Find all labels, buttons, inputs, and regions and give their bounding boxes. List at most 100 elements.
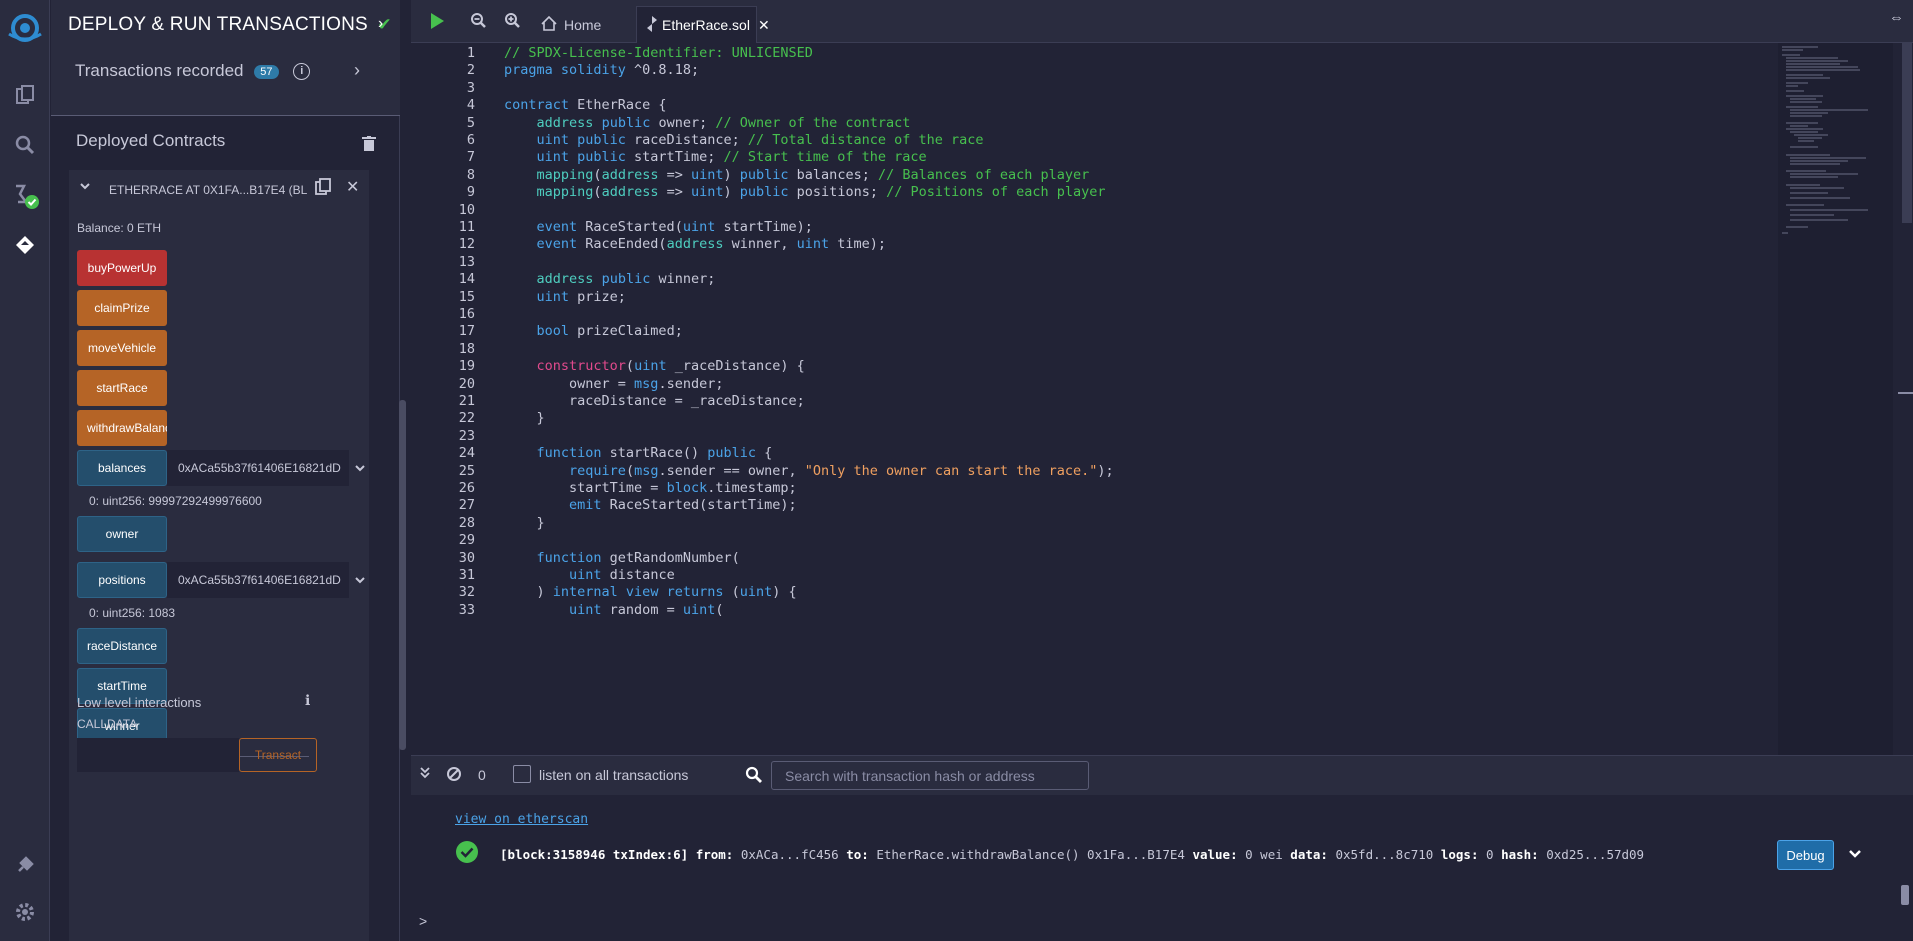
pending-tx-count: 0 xyxy=(478,767,486,783)
line-number: 23 xyxy=(458,427,475,444)
balances-button[interactable]: balances xyxy=(77,450,167,486)
listen-label: listen on all transactions xyxy=(539,767,689,783)
line-number: 21 xyxy=(458,393,475,409)
line-number: 8 xyxy=(466,166,475,183)
settings-gear-icon[interactable] xyxy=(0,892,50,932)
positions-button[interactable]: positions xyxy=(77,562,167,598)
line-number: 27 xyxy=(458,497,475,514)
remix-logo-icon[interactable] xyxy=(0,8,50,48)
line-number: 24 xyxy=(458,445,475,462)
line-number: 19 xyxy=(458,358,475,375)
positions-input[interactable]: 0xACa55b37f61406E16821dD xyxy=(167,562,349,598)
line-number: 15 xyxy=(458,288,475,305)
deploy-run-panel: DEPLOY & RUN TRANSACTIONS ✔ › Transactio… xyxy=(51,0,406,941)
calldata-input[interactable] xyxy=(77,738,239,772)
etherscan-link[interactable]: view on etherscan xyxy=(455,812,588,827)
line-number: 10 xyxy=(458,201,475,218)
line-number: 30 xyxy=(458,549,475,566)
editor-scrollbar[interactable] xyxy=(1898,43,1913,755)
calldata-label: CALLDATA xyxy=(77,717,138,731)
zoom-in-icon[interactable] xyxy=(504,12,520,33)
chevron-down-icon[interactable] xyxy=(353,450,367,486)
chevron-down-icon[interactable] xyxy=(1848,847,1862,865)
tx-from-label: from: xyxy=(695,847,734,862)
line-gutter: 1 2 3 4 5 6 7 8 9 10 11 12 13 14 15 16 17 18 19 20 21 22 23 24 2… xyxy=(411,43,475,755)
search-icon[interactable] xyxy=(0,125,50,165)
transact-button[interactable]: Transact xyxy=(239,738,317,772)
panel-title: DEPLOY & RUN TRANSACTIONS ✔ xyxy=(68,14,392,36)
balances-result: 0: uint256: 99997292499976600 xyxy=(89,494,262,508)
line-number: 6 xyxy=(466,132,475,148)
info-icon[interactable]: ℹ xyxy=(305,692,310,709)
code-editor[interactable]: 1 2 3 4 5 6 7 8 9 10 11 12 13 14 15 16 17 18 19 20 21 22 23 24 2… xyxy=(411,43,1913,755)
tab-ether-race-label: EtherRace.sol xyxy=(662,17,750,33)
line-number: 13 xyxy=(458,253,475,270)
line-number: 3 xyxy=(466,79,475,96)
trash-icon[interactable] xyxy=(362,136,376,157)
tx-value: 0 wei xyxy=(1245,847,1283,862)
scroll-thumb[interactable] xyxy=(399,400,406,750)
line-number: 32 xyxy=(458,584,475,601)
debug-button[interactable]: Debug xyxy=(1777,840,1834,870)
line-number: 14 xyxy=(458,271,475,288)
tx-data: 0x5fd...8c710 xyxy=(1335,847,1434,862)
scroll-thumb[interactable] xyxy=(1902,43,1912,223)
chevron-down-icon[interactable] xyxy=(79,180,91,195)
editor-tab-bar: Home EtherRace.sol ✕ ⇔ xyxy=(411,0,1913,43)
move-vehicle-button[interactable]: moveVehicle xyxy=(77,330,167,366)
instance-header[interactable]: ETHERRACE AT 0X1FA...B17E4 (BL ✕ xyxy=(69,170,369,208)
file-explorer-icon[interactable] xyxy=(0,75,50,115)
owner-button[interactable]: owner xyxy=(77,516,167,552)
close-icon[interactable]: ✕ xyxy=(346,177,359,197)
zoom-out-icon[interactable] xyxy=(470,12,486,33)
positions-result: 0: uint256: 1083 xyxy=(89,606,176,620)
line-number: 9 xyxy=(466,184,475,201)
terminal-prompt[interactable]: > xyxy=(419,913,427,929)
collapse-terminal-icon[interactable] xyxy=(419,767,431,782)
line-number: 16 xyxy=(458,306,475,322)
close-tab-icon[interactable]: ✕ xyxy=(758,17,770,34)
line-number: 18 xyxy=(458,340,475,357)
tab-home-label: Home xyxy=(564,16,602,33)
panel-title-text: DEPLOY & RUN TRANSACTIONS xyxy=(68,14,368,35)
info-icon[interactable]: i xyxy=(293,63,311,81)
code-area[interactable]: // SPDX-License-Identifier: UNLICENSED p… xyxy=(504,43,1814,755)
scroll-thumb[interactable] xyxy=(1901,885,1909,905)
deploy-run-icon[interactable] xyxy=(0,225,50,265)
tx-logs-label: logs: xyxy=(1440,847,1479,862)
chevron-right-icon[interactable]: › xyxy=(354,60,360,81)
copy-icon[interactable] xyxy=(315,178,331,201)
instance-balance: Balance: 0 ETH xyxy=(77,221,162,235)
transactions-label: Transactions recorded xyxy=(75,61,244,80)
terminal-scrollbar[interactable] xyxy=(1898,795,1913,941)
transactions-recorded[interactable]: Transactions recorded 57 i xyxy=(75,61,311,81)
chevron-right-icon[interactable]: › xyxy=(378,15,383,33)
run-script-icon[interactable] xyxy=(429,12,445,35)
compiler-icon[interactable] xyxy=(0,175,50,215)
start-race-button[interactable]: startRace xyxy=(77,370,167,406)
line-number: 5 xyxy=(466,114,475,131)
line-number: 20 xyxy=(458,375,475,392)
chevron-down-icon[interactable] xyxy=(353,562,367,598)
transaction-log-line[interactable]: [block:3158946 txIndex:6] from: 0xACa...… xyxy=(500,847,1644,862)
listen-checkbox[interactable] xyxy=(513,765,531,783)
tab-home[interactable]: Home xyxy=(531,6,611,43)
line-number: 33 xyxy=(458,601,475,618)
code-minimap[interactable] xyxy=(1778,43,1893,755)
clear-console-icon[interactable] xyxy=(446,766,462,787)
tx-from: 0xACa...fC456 xyxy=(740,847,839,862)
claim-prize-button[interactable]: claimPrize xyxy=(77,290,167,326)
terminal-search-input[interactable]: Search with transaction hash or address xyxy=(771,761,1089,790)
line-number: 17 xyxy=(458,323,475,340)
plugin-manager-icon[interactable] xyxy=(0,845,50,885)
panel-scrollbar[interactable] xyxy=(399,170,406,750)
buy-power-up-button[interactable]: buyPowerUp xyxy=(77,250,167,286)
withdraw-balance-button[interactable]: withdrawBalance xyxy=(77,410,167,446)
balances-input[interactable]: 0xACa55b37f61406E16821dD xyxy=(167,450,349,486)
race-distance-button[interactable]: raceDistance xyxy=(77,628,167,664)
tab-ether-race[interactable]: EtherRace.sol ✕ xyxy=(636,6,770,43)
line-number: 28 xyxy=(458,514,475,531)
expand-icon[interactable]: ⇔ xyxy=(1889,9,1904,26)
low-level-title: Low level interactions xyxy=(77,695,202,710)
tx-logs: 0 xyxy=(1486,847,1494,862)
